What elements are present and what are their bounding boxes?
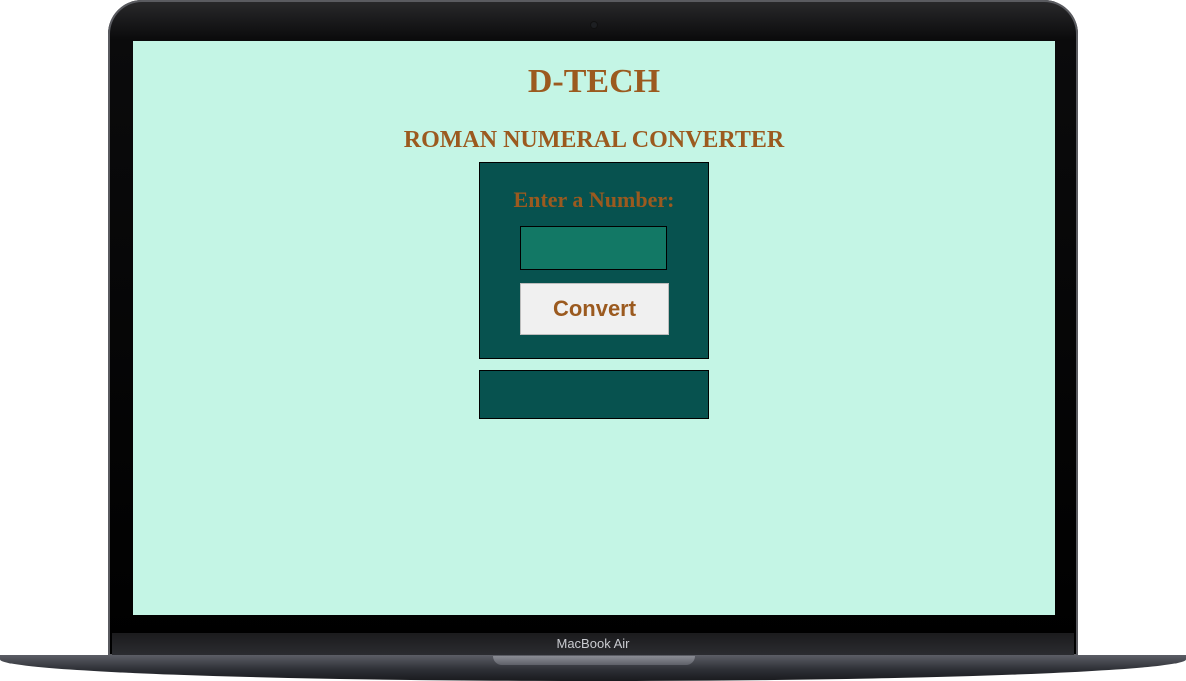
converter-panel: Enter a Number: Convert [479, 162, 709, 359]
number-input-label: Enter a Number: [513, 187, 675, 212]
convert-button[interactable]: Convert [520, 283, 669, 335]
screen: D-TECH ROMAN NUMERAL CONVERTER Enter a N… [133, 41, 1055, 615]
laptop-device: D-TECH ROMAN NUMERAL CONVERTER Enter a N… [0, 0, 1186, 681]
device-brand-label: MacBook Air [556, 636, 630, 651]
number-input[interactable] [520, 226, 667, 270]
laptop-notch [493, 656, 695, 665]
camera-icon [591, 22, 597, 28]
result-output [479, 370, 709, 419]
page-subtitle: ROMAN NUMERAL CONVERTER [403, 127, 785, 153]
page-title: D-TECH [527, 63, 661, 100]
